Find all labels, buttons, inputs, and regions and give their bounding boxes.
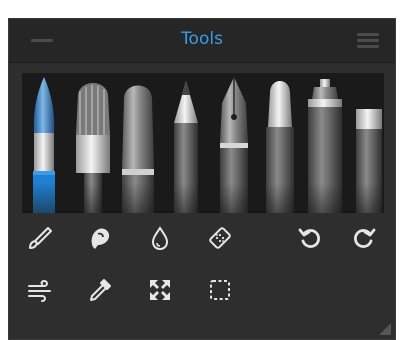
ink-pen[interactable] — [220, 77, 248, 213]
smudge-icon[interactable] — [81, 219, 119, 257]
water-drop-icon[interactable] — [141, 219, 179, 257]
brush-icon[interactable] — [21, 219, 59, 257]
tool-row-1 — [9, 219, 395, 259]
tools-panel: Tools — [8, 18, 396, 340]
airbrush[interactable] — [308, 79, 342, 213]
transform-icon[interactable] — [141, 271, 179, 309]
pastel[interactable] — [266, 81, 294, 213]
tool-row-2 — [9, 271, 395, 311]
resize-grip-icon[interactable] — [377, 321, 391, 335]
flat-brush[interactable] — [76, 83, 110, 213]
redo-icon[interactable] — [345, 219, 383, 257]
eraser-icon[interactable] — [201, 219, 239, 257]
eraser[interactable] — [356, 109, 382, 213]
wind-blender-icon[interactable] — [21, 271, 59, 309]
panel-title: Tools — [181, 29, 223, 49]
watercolor-brush[interactable] — [33, 77, 55, 213]
brush-selector — [22, 73, 384, 213]
selection-icon[interactable] — [201, 271, 239, 309]
panel-titlebar[interactable]: Tools — [9, 19, 395, 63]
pencil[interactable] — [174, 81, 198, 213]
filbert-brush[interactable] — [122, 85, 154, 214]
eyedropper-icon[interactable] — [81, 271, 119, 309]
undo-icon[interactable] — [291, 219, 329, 257]
hamburger-menu-icon[interactable] — [357, 33, 379, 49]
